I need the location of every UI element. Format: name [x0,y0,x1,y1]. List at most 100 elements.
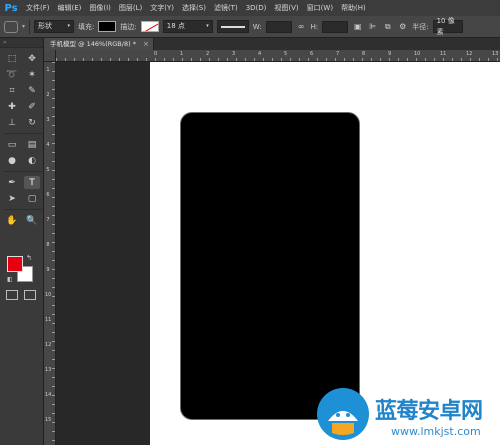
toolbox-divider [4,209,42,210]
ruler-tick-label: 7 [46,217,50,223]
menu-type[interactable]: 文字(Y) [146,0,178,16]
ruler-tick-label: 14 [45,392,52,398]
fill-label: 填充: [78,22,95,31]
healing-brush-tool-icon[interactable]: ✚ [4,100,20,113]
ruler-origin[interactable] [44,50,56,62]
width-label: W: [252,22,262,31]
ruler-tick-label: 1 [46,67,50,73]
document-tab-bar: 手机模型 @ 146%(RGB/8) * × [44,38,500,50]
tool-preset-icon[interactable] [4,20,18,33]
stroke-label: 描边: [120,22,137,31]
ruler-tick-label: 9 [388,51,392,57]
hand-tool-icon[interactable]: ✋ [4,214,20,227]
shape-tool-icon[interactable]: ▢ [24,192,40,205]
path-operations-icon[interactable]: ▣ [352,22,363,31]
ruler-tick-label: 12 [466,51,473,57]
rounded-rectangle-shape[interactable] [180,112,360,420]
ruler-tick-label: 0 [154,51,158,57]
document-tab-label: 手机模型 @ 146%(RGB/8) * [50,40,136,48]
dodge-tool-icon[interactable]: ◐ [24,154,40,167]
default-colors-icon[interactable]: ◧ [7,276,13,283]
screen-mode-icon[interactable] [24,290,36,300]
path-arrangement-icon[interactable]: ⧉ [382,22,393,32]
watermark-url: www.lmkjst.com [391,425,481,438]
toolbox-grip[interactable]: » [0,38,43,48]
tool-grid: ⬚ ✥ ➰ ✶ ⌗ ✎ ✚ ✐ ⊥ ↻ ▭ ▤ ● ◐ ✒ T ➤ ▢ ✋ 🔍 [0,48,43,227]
stroke-type-select[interactable] [216,20,249,33]
move-tool-icon[interactable]: ✥ [24,52,40,65]
gradient-tool-icon[interactable]: ▤ [24,138,40,151]
swap-colors-icon[interactable]: ↰ [26,254,32,262]
menu-filter[interactable]: 滤镜(T) [210,0,242,16]
ruler-tick-label: 4 [46,142,50,148]
clone-stamp-tool-icon[interactable]: ⊥ [4,116,20,129]
eraser-tool-icon[interactable]: ▭ [4,138,20,151]
vertical-ruler[interactable]: 1 2 3 4 5 6 7 8 9 10 11 12 13 14 15 [44,62,56,445]
marquee-tool-icon[interactable]: ⬚ [4,52,20,65]
ruler-tick-label: 8 [46,242,50,248]
stroke-color-swatch[interactable] [140,21,159,32]
brush-tool-icon[interactable]: ✐ [24,100,40,113]
ruler-tick-label: 9 [46,267,50,273]
pen-tool-icon[interactable]: ✒ [4,176,20,189]
mode-select-value: 形状 [38,22,53,30]
crop-tool-icon[interactable]: ⌗ [4,84,20,97]
gear-icon[interactable]: ⚙ [397,22,408,31]
toolbox: » ⬚ ✥ ➰ ✶ ⌗ ✎ ✚ ✐ ⊥ ↻ ▭ ▤ ● ◐ ✒ T ➤ ▢ ✋ 🔍 ↰ ◧ [0,38,44,445]
width-field[interactable] [265,20,292,33]
blur-tool-icon[interactable]: ● [4,154,20,167]
ruler-tick-label: 3 [232,51,236,57]
fill-color-swatch[interactable] [98,21,117,32]
lasso-tool-icon[interactable]: ➰ [4,68,20,81]
history-brush-tool-icon[interactable]: ↻ [24,116,40,129]
chevron-down-icon[interactable]: ▾ [22,23,25,30]
horizontal-ruler[interactable]: 0 1 2 3 4 5 6 7 8 9 10 11 12 13 [56,50,500,62]
menu-window[interactable]: 窗口(W) [303,0,337,16]
menu-file[interactable]: 文件(F) [22,0,54,16]
stroke-width-value: 18 点 [166,22,185,30]
height-label: H: [310,22,319,31]
zoom-tool-icon[interactable]: 🔍 [24,214,40,227]
quick-mask-icon[interactable] [6,290,18,300]
radius-field[interactable]: 10 像素 [432,17,463,36]
watermark-title: 蓝莓安卓网 [375,399,483,424]
type-tool-icon[interactable]: T [24,176,40,189]
menu-bar: Ps 文件(F) 编辑(E) 图像(I) 图层(L) 文字(Y) 选择(S) 滤镜(T) 3D… [0,0,500,16]
mode-buttons [6,290,36,300]
link-icon[interactable]: ∞ [296,22,307,31]
ruler-tick-label: 5 [46,167,50,173]
separator [29,19,31,34]
menu-image[interactable]: 图像(I) [85,0,115,16]
ruler-tick-label: 7 [336,51,340,57]
color-swatches: ↰ ◧ [7,254,37,286]
menu-select[interactable]: 选择(S) [178,0,210,16]
toolbox-divider [4,171,42,172]
close-icon[interactable]: × [143,38,149,50]
ruler-tick-label: 4 [258,51,262,57]
ruler-tick-label: 6 [46,192,50,198]
height-field[interactable] [322,20,349,33]
ruler-tick-label: 6 [310,51,314,57]
document-tab[interactable]: 手机模型 @ 146%(RGB/8) * × [44,38,154,50]
ruler-tick-label: 10 [45,292,52,298]
options-bar: ▾ 形状 ▾ 填充: 描边: 18 点 ▾ W: ∞ H: ▣ ⊫ ⧉ ⚙ 半径… [0,16,500,38]
toolbox-divider [4,133,42,134]
menu-help[interactable]: 帮助(H) [337,0,370,16]
magic-wand-tool-icon[interactable]: ✶ [24,68,40,81]
mode-select[interactable]: 形状 ▾ [34,20,75,33]
eyedropper-tool-icon[interactable]: ✎ [24,84,40,97]
menu-3d[interactable]: 3D(D) [242,0,271,16]
stroke-width-field[interactable]: 18 点 ▾ [162,20,213,33]
ruler-tick-label: 5 [284,51,288,57]
chevron-down-icon: ▾ [206,23,209,29]
ruler-tick-label: 15 [45,417,52,423]
ruler-tick-label: 10 [414,51,421,57]
path-selection-tool-icon[interactable]: ➤ [4,192,20,205]
menu-edit[interactable]: 编辑(E) [54,0,86,16]
menu-layer[interactable]: 图层(L) [115,0,146,16]
ruler-tick-label: 13 [492,51,499,57]
foreground-color-swatch[interactable] [7,256,23,272]
menu-view[interactable]: 视图(V) [270,0,302,16]
path-alignment-icon[interactable]: ⊫ [367,22,378,31]
ruler-tick-label: 2 [206,51,210,57]
